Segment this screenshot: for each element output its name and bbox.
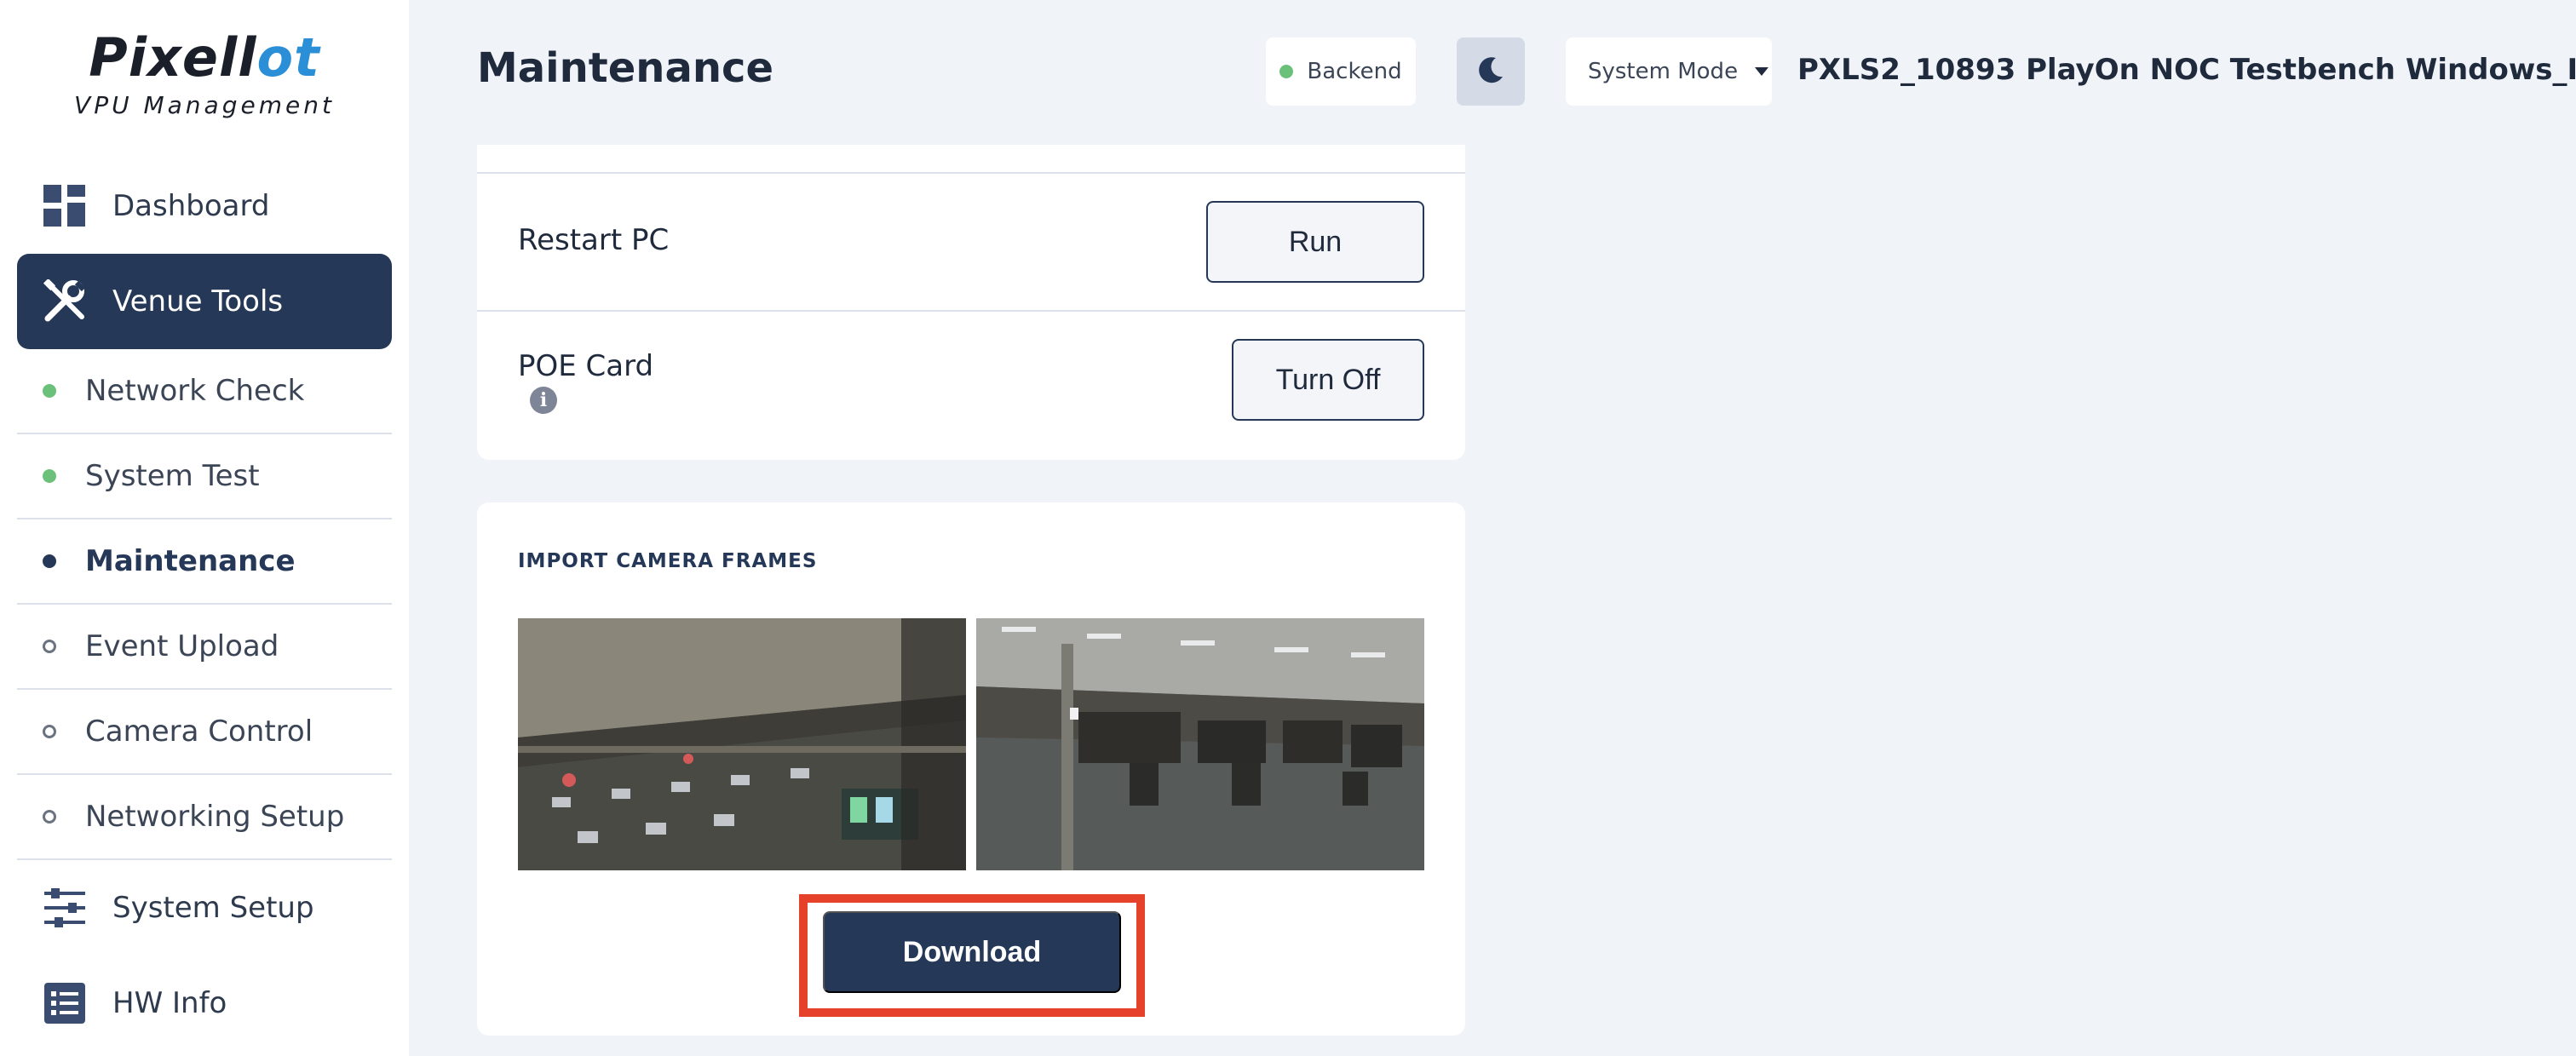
sidebar-subitem-label: Camera Control — [85, 715, 313, 749]
sidebar-subitem-label: Maintenance — [85, 544, 296, 578]
status-current-icon — [43, 554, 56, 568]
sidebar-subitem-label: Networking Setup — [85, 800, 345, 834]
divider — [477, 310, 1465, 312]
camera-frame-left — [518, 618, 966, 870]
sidebar-item-label: HW Info — [112, 986, 227, 1020]
status-pending-icon — [43, 725, 56, 738]
section-title: IMPORT CAMERA FRAMES — [518, 550, 818, 572]
system-mode-label: System Mode — [1588, 59, 1739, 84]
import-camera-frames-card: IMPORT CAMERA FRAMES Download — [477, 502, 1465, 1036]
backend-label: Backend — [1307, 59, 1402, 84]
list-icon — [43, 981, 87, 1025]
status-done-icon — [43, 469, 56, 483]
camera-frame-right — [976, 618, 1424, 870]
sidebar-item-label: Dashboard — [112, 189, 270, 223]
sidebar-subitem-network-check[interactable]: Network Check — [17, 349, 392, 434]
sidebar-subitem-event-upload[interactable]: Event Upload — [17, 605, 392, 690]
system-mode-dropdown[interactable]: System Mode — [1566, 37, 1772, 106]
status-done-icon — [43, 384, 56, 398]
moon-icon — [1475, 55, 1506, 89]
grid-icon — [43, 184, 87, 228]
sidebar-item-hw-info[interactable]: HW Info — [17, 956, 392, 1051]
device-name: PXLS2_10893 PlayOn NOC Testbench Windows… — [1797, 53, 2576, 87]
sidebar-item-label: Venue Tools — [112, 284, 284, 319]
status-pending-icon — [43, 640, 56, 653]
maintenance-actions-card: Restart PC Run POE Card i Turn Off — [477, 145, 1465, 460]
status-pending-icon — [43, 810, 56, 824]
tools-icon — [43, 279, 87, 324]
logo-subtitle: VPU Management — [74, 91, 335, 119]
backend-status-badge[interactable]: Backend — [1266, 37, 1416, 106]
pixellot-logo[interactable]: Pixellot VPU Management — [0, 26, 409, 121]
page-title: Maintenance — [477, 44, 774, 92]
restart-pc-label: Restart PC — [518, 223, 670, 257]
sidebar-subitem-label: Network Check — [85, 374, 305, 408]
sidebar-subitem-system-test[interactable]: System Test — [17, 434, 392, 519]
sidebar-item-dashboard[interactable]: Dashboard — [17, 158, 392, 254]
restart-pc-run-button[interactable]: Run — [1206, 201, 1424, 283]
sliders-icon — [43, 886, 87, 930]
sidebar-subitem-maintenance[interactable]: Maintenance — [17, 519, 392, 605]
logo-wordmark: Pixellot — [89, 26, 320, 89]
info-icon[interactable]: i — [530, 387, 557, 414]
sidebar-item-system-setup[interactable]: System Setup — [17, 860, 392, 956]
sidebar-subitem-camera-control[interactable]: Camera Control — [17, 690, 392, 775]
poe-card-turn-off-button[interactable]: Turn Off — [1232, 339, 1424, 421]
download-button[interactable]: Download — [823, 911, 1121, 993]
poe-card-label: POE Card — [518, 349, 654, 383]
sidebar-subitem-label: System Test — [85, 459, 260, 493]
sidebar-item-venue-tools[interactable]: Venue Tools — [17, 254, 392, 349]
divider — [477, 172, 1465, 174]
theme-toggle-button[interactable] — [1457, 37, 1525, 106]
sidebar-subitem-label: Event Upload — [85, 629, 279, 663]
status-dot-icon — [1279, 65, 1294, 78]
sidebar-item-label: System Setup — [112, 891, 314, 925]
sidebar-subitem-networking-setup[interactable]: Networking Setup — [17, 775, 392, 860]
caret-down-icon — [1755, 67, 1769, 76]
sidebar: Pixellot VPU Management Dashboard Venue … — [0, 0, 409, 1056]
